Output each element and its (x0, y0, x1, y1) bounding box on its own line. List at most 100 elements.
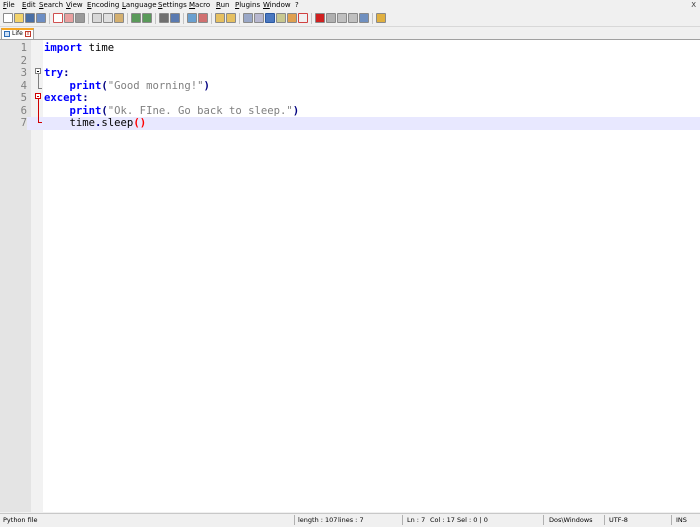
code-token: "Good morning!" (107, 79, 204, 92)
document-map-icon[interactable] (287, 13, 297, 23)
tab-label: Life (12, 30, 23, 37)
file-icon (4, 31, 10, 37)
tab-close-icon[interactable]: x (25, 31, 31, 37)
code-line[interactable]: 6 print("Ok. FIne. Go back to sleep.") (0, 105, 700, 118)
run-icon[interactable] (376, 13, 386, 23)
fold-guide (38, 74, 39, 88)
sync-vertical-icon[interactable] (215, 13, 225, 23)
word-wrap-icon[interactable] (243, 13, 253, 23)
line-number: 2 (20, 54, 27, 67)
code-line[interactable]: 5 except: (0, 92, 700, 105)
code-line[interactable]: 2 (0, 55, 700, 68)
indent-guide-icon[interactable] (265, 13, 275, 23)
code-token: () (133, 117, 147, 129)
close-file-icon[interactable] (53, 13, 63, 23)
code-token: try (44, 67, 64, 79)
code-token: print (69, 79, 102, 92)
code-token: : (82, 92, 89, 104)
status-encoding: UTF-8 (609, 516, 628, 524)
replace-icon[interactable] (170, 13, 180, 23)
toolbar (0, 11, 700, 27)
code-token: : (63, 67, 70, 79)
status-length: length : 107 (298, 516, 338, 524)
save-icon[interactable] (25, 13, 35, 23)
code-text: print("Good morning!") (44, 80, 210, 93)
menu-plugins[interactable]: Plugins (235, 0, 260, 11)
play-macro-icon[interactable] (337, 13, 347, 23)
find-icon[interactable] (159, 13, 169, 23)
copy-icon[interactable] (103, 13, 113, 23)
code-token: ) (203, 79, 210, 92)
status-bar: Python file length : 107 lines : 7 Ln : … (0, 513, 700, 527)
show-all-characters-icon[interactable] (254, 13, 264, 23)
stop-macro-icon[interactable] (326, 13, 336, 23)
line-number: 7 (0, 117, 27, 130)
menu-macro[interactable]: Macro (189, 0, 210, 11)
user-defined-language-icon[interactable] (276, 13, 286, 23)
line-number: 3 (20, 67, 27, 79)
code-token: except (44, 92, 83, 104)
close-all-icon[interactable] (64, 13, 74, 23)
menu-help[interactable]: ? (295, 0, 299, 11)
code-text: except: (44, 92, 89, 105)
code-token: time (44, 117, 96, 129)
menu-bar: File Edit Search View Encoding Language … (0, 0, 700, 11)
record-macro-icon[interactable] (315, 13, 325, 23)
code-text: try: (44, 67, 70, 80)
code-token: sleep (101, 117, 134, 129)
code-token: print (69, 104, 102, 117)
redo-icon[interactable] (142, 13, 152, 23)
code-line[interactable]: 3 try: (0, 67, 700, 80)
status-file-type: Python file (3, 516, 38, 524)
zoom-out-icon[interactable] (198, 13, 208, 23)
code-line[interactable]: 7 time.sleep() (0, 117, 700, 130)
fold-end (38, 122, 42, 123)
undo-icon[interactable] (131, 13, 141, 23)
menu-view[interactable]: View (66, 0, 83, 11)
sync-horizontal-icon[interactable] (226, 13, 236, 23)
line-number: 1 (20, 42, 27, 54)
menu-language[interactable]: Language (122, 0, 157, 11)
tab-life[interactable]: Life x (1, 28, 34, 39)
status-column: Col : 17 (430, 516, 455, 524)
menu-settings[interactable]: Settings (158, 0, 187, 11)
function-list-icon[interactable] (298, 13, 308, 23)
code-token: ) (292, 104, 300, 117)
code-token: time (82, 42, 115, 54)
code-line[interactable]: 4 print("Good morning!") (0, 80, 700, 93)
status-eol: Dos\Windows (549, 516, 593, 524)
print-icon[interactable] (75, 13, 85, 23)
menu-encoding[interactable]: Encoding (87, 0, 119, 11)
status-insert-mode: INS (676, 516, 687, 524)
menu-run[interactable]: Run (216, 0, 229, 11)
menu-search[interactable]: Search (39, 0, 63, 11)
code-token: import (44, 42, 83, 54)
status-lines: lines : 7 (338, 516, 364, 524)
status-selection: Sel : 0 | 0 (457, 516, 488, 524)
line-number: 5 (20, 92, 27, 104)
save-all-icon[interactable] (36, 13, 46, 23)
line-number: 4 (20, 79, 27, 92)
new-file-icon[interactable] (3, 13, 13, 23)
code-text: import time (44, 42, 114, 55)
tab-bar: Life x (0, 27, 700, 40)
menu-file[interactable]: File (3, 0, 15, 11)
code-text: print("Ok. FIne. Go back to sleep.") (44, 104, 300, 118)
zoom-in-icon[interactable] (187, 13, 197, 23)
run-macro-multiple-icon[interactable] (348, 13, 358, 23)
code-text: time.sleep() (44, 117, 147, 130)
fold-guide (38, 99, 39, 122)
cut-icon[interactable] (92, 13, 102, 23)
code-line[interactable]: 1 import time (0, 42, 700, 55)
close-document-icon[interactable]: X (691, 0, 696, 11)
menu-edit[interactable]: Edit (22, 0, 36, 11)
fold-end (38, 88, 42, 89)
paste-icon[interactable] (114, 13, 124, 23)
line-number: 6 (20, 104, 27, 117)
editor[interactable]: 1 import time 2 3 try: 4 print("Good morning!… (0, 40, 700, 512)
menu-window[interactable]: Window (263, 0, 291, 11)
save-macro-icon[interactable] (359, 13, 369, 23)
code-token: "Ok. FIne. Go back to sleep." (107, 104, 293, 117)
open-file-icon[interactable] (14, 13, 24, 23)
